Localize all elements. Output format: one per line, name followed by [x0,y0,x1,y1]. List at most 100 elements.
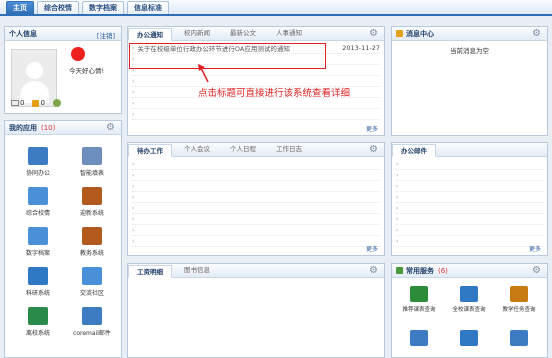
tab-schedule[interactable]: 个人日程 [222,143,264,156]
tab-work-log[interactable]: 工作日志 [268,143,310,156]
office-tabs: 办公通知 校内新闻 最新公文 人事通知 ⚙ [128,27,384,41]
contact-icon [28,267,48,285]
tab-campus-info[interactable]: 综合校情 [37,1,79,14]
gear-icon[interactable]: ⚙ [532,29,542,39]
list-item: › [396,159,543,170]
tab-office-notice[interactable]: 办公通知 [128,28,172,41]
my-apps-title: 我的应用 [9,123,37,132]
list-item: › [132,236,380,247]
list-item: › [132,170,380,181]
user-name-redacted [71,47,85,61]
list-item: › [132,225,380,236]
app-research[interactable]: 科研系统 [13,267,63,297]
service-icon [460,330,478,346]
tab-office-mail[interactable]: 办公邮件 [392,144,436,157]
services-count: (6) [438,266,448,275]
message-center-header: 消息中心 ⚙ [392,27,547,41]
app-community[interactable]: 交流社区 [67,267,117,297]
tab-todo[interactable]: 待办工作 [128,144,172,157]
more-link[interactable]: 更多 [366,244,378,253]
app-academic[interactable]: 教务系统 [67,227,117,257]
list-item: › [396,214,543,225]
list-item: › [132,214,380,225]
personal-info-panel: 个人信息 [注销] 今天好心情! 0 0 [4,26,122,114]
building-icon [28,307,48,325]
list-item: › [132,98,380,109]
list-item: › [132,181,380,192]
tab-home[interactable]: 主页 [6,1,34,14]
services-header: 常用服务 (6) ⚙ [392,264,547,278]
service-school-timetable[interactable]: 全校课表查询 [448,286,490,313]
envelope-icon [11,100,19,106]
service-item[interactable] [498,330,540,349]
speaker-icon [32,99,40,107]
todo-tabs: 待办工作 个人会议 个人日程 工作日志 ⚙ [128,143,384,157]
salary-panel: 工资明细 图书信息 ⚙ [127,263,385,358]
envelope-icon [82,267,102,285]
tab-salary[interactable]: 工资明细 [128,265,172,278]
message-empty-text: 当前消息为空 [450,47,489,55]
list-item: › [396,225,543,236]
my-apps-header: 我的应用 (10) ⚙ [5,121,121,135]
app-campus-info[interactable]: 综合校情 [13,187,63,217]
monitor-icon [28,147,48,165]
service-teaching-tasks[interactable]: 教学任务查询 [498,286,540,313]
envelope-icon [28,227,48,245]
app-collab-office[interactable]: 协同办公 [13,147,63,177]
todo-panel: 待办工作 个人会议 个人日程 工作日志 ⚙ › › › › › › › › 更多 [127,142,385,256]
list-item: › [396,181,543,192]
list-item: › [132,192,380,203]
list-item: › [132,203,380,214]
tab-personnel-notice[interactable]: 人事通知 [268,27,310,40]
greeting-text: 今天好心情! [69,67,105,75]
services-icon [396,267,403,274]
tab-meetings[interactable]: 个人会议 [176,143,218,156]
app-smart-form[interactable]: 智能填表 [67,147,117,177]
list-item: › [396,203,543,214]
tab-digital-archive[interactable]: 数字档案 [82,1,124,14]
message-center-title: 消息中心 [406,29,434,38]
gear-icon[interactable]: ⚙ [106,123,116,133]
list-item: › [132,109,380,120]
list-item: › [132,159,380,170]
calendar-icon [82,227,102,245]
more-link[interactable]: 更多 [366,124,378,133]
envelope-icon [82,307,102,325]
tab-latest-docs[interactable]: 最新公文 [222,27,264,40]
services-panel: 常用服务 (6) ⚙ 推荐课表查询 全校课表查询 教学任务查询 [391,263,548,358]
message-icon [396,30,403,37]
annotation-highlight-box [129,43,326,69]
gear-icon[interactable]: ⚙ [532,266,542,276]
tab-campus-news[interactable]: 校内新闻 [176,27,218,40]
logout-link[interactable]: [注销] [97,30,115,40]
app-coremail[interactable]: coremail邮件 [67,307,117,337]
gear-icon[interactable]: ⚙ [369,29,379,39]
my-apps-panel: 我的应用 (10) ⚙ 协同办公 智能填表 综合校情 迎新系统 数字档案 教务系… [4,120,122,358]
services-title: 常用服务 [406,266,434,275]
app-digital-archive[interactable]: 数字档案 [13,227,63,257]
news-icon [82,187,102,205]
tab-info-standard[interactable]: 信息标准 [127,1,169,14]
more-link[interactable]: 更多 [529,244,541,253]
app-leaving[interactable]: 离校系统 [13,307,63,337]
office-mail-panel: 办公邮件 › › › › › › › › 更多 [391,142,548,256]
annotation-text: 点击标题可直接进行该系统查看详细 [198,88,351,99]
envelope-icon [28,187,48,205]
task-icon [510,286,528,302]
service-item[interactable] [448,330,490,349]
service-recommended-timetable[interactable]: 推荐课表查询 [398,286,440,313]
form-icon [82,147,102,165]
book-icon [410,286,428,302]
service-item[interactable] [398,330,440,349]
personal-info-header: 个人信息 [注销] [5,27,121,41]
list-item: › [396,236,543,247]
service-icon [410,330,428,346]
tab-library[interactable]: 图书信息 [176,264,218,277]
gear-icon[interactable]: ⚙ [369,145,379,155]
message-counter[interactable]: 0 [11,99,24,107]
app-enrollment[interactable]: 迎新系统 [67,187,117,217]
gear-icon[interactable]: ⚙ [369,266,379,276]
mail-tabs: 办公邮件 [392,143,547,157]
audio-counter[interactable]: 0 [32,99,45,107]
user-settings-icon[interactable] [52,99,61,107]
